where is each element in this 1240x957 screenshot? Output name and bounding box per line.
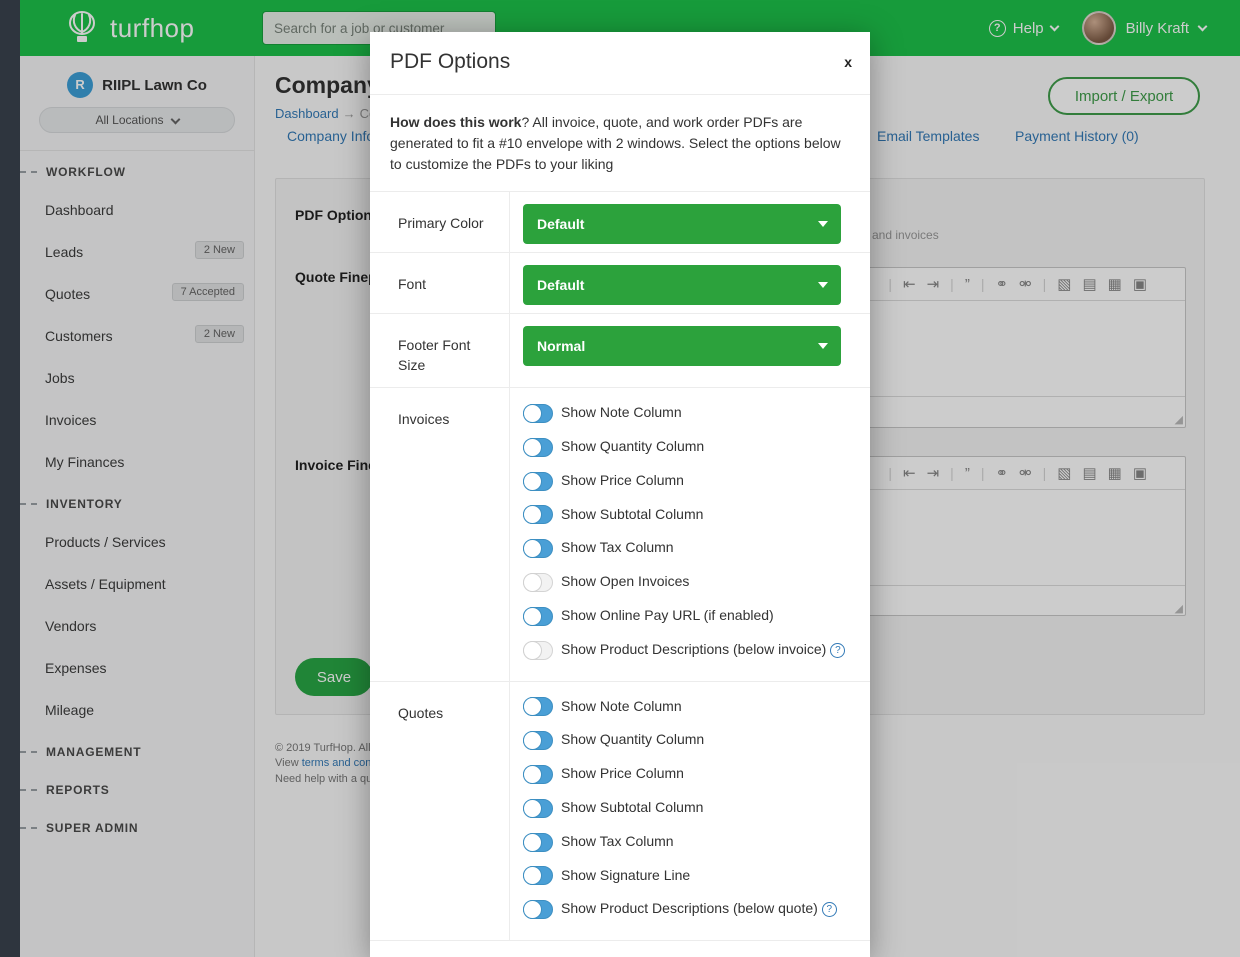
toggle-knob xyxy=(523,472,542,491)
toggle-knob xyxy=(523,438,542,457)
row-label: Footer Font Size xyxy=(370,314,510,387)
pdf-options-modal: PDF Options x How does this work? All in… xyxy=(370,32,870,957)
toggle-knob xyxy=(523,900,542,919)
toggle-show-note-column[interactable] xyxy=(523,404,553,423)
toggle-label: Show Online Pay URL (if enabled) xyxy=(561,607,774,623)
toggle-label: Show Open Invoices xyxy=(561,573,689,589)
app: turfhop ? Help Billy Kraft R RIIPL Lawn … xyxy=(0,0,1240,957)
toggle-row: Show Open Invoices xyxy=(523,571,856,592)
primary-color-select[interactable]: Default xyxy=(523,204,841,244)
modal-rows: Primary Color Default Font Default Footer Fo… xyxy=(370,192,870,941)
toggle-label: Show Signature Line xyxy=(561,867,690,883)
toggle-label: Show Subtotal Column xyxy=(561,506,703,522)
toggle-row: Show Note Column xyxy=(523,402,856,423)
row-label: Primary Color xyxy=(370,192,510,252)
toggle-knob xyxy=(523,505,542,524)
toggle-show-quantity-column[interactable] xyxy=(523,438,553,457)
toggle-row: Show Tax Column xyxy=(523,537,856,558)
toggle-row: Show Subtotal Column xyxy=(523,504,856,525)
help-icon[interactable]: ? xyxy=(822,902,837,917)
modal-row-footer-font-size: Footer Font Size Normal xyxy=(370,314,870,388)
toggle-label: Show Price Column xyxy=(561,472,684,488)
toggle-label: Show Product Descriptions (below invoice… xyxy=(561,641,826,657)
row-control: Show Note Column Show Quantity Column Show… xyxy=(510,388,870,680)
toggle-label: Show Product Descriptions (below quote) xyxy=(561,900,818,916)
caret-down-icon xyxy=(818,282,828,288)
font-select[interactable]: Default xyxy=(523,265,841,305)
toggle-row: Show Price Column xyxy=(523,763,856,784)
toggle-label: Show Quantity Column xyxy=(561,731,704,747)
help-icon[interactable]: ? xyxy=(830,643,845,658)
modal-intro-bold: How does this work xyxy=(390,114,521,130)
row-label: Font xyxy=(370,253,510,313)
toggle-row: Show Signature Line xyxy=(523,865,856,886)
toggle-knob xyxy=(523,404,542,423)
toggle-label: Show Tax Column xyxy=(561,539,674,555)
toggle-show-tax-column[interactable] xyxy=(523,539,553,558)
toggle-show-note-column[interactable] xyxy=(523,697,553,716)
toggle-row: Show Quantity Column xyxy=(523,436,856,457)
select-value: Default xyxy=(537,216,584,232)
toggle-show-tax-column[interactable] xyxy=(523,833,553,852)
toggle-knob xyxy=(523,641,542,660)
toggle-show-quantity-column[interactable] xyxy=(523,731,553,750)
row-control: Normal xyxy=(510,314,870,387)
toggle-knob xyxy=(523,799,542,818)
toggle-row: Show Subtotal Column xyxy=(523,797,856,818)
row-control: Default xyxy=(510,253,870,313)
toggle-row: Show Online Pay URL (if enabled) xyxy=(523,605,856,626)
toggle-label: Show Note Column xyxy=(561,404,682,420)
toggle-knob xyxy=(523,607,542,626)
toggle-show-price-column[interactable] xyxy=(523,765,553,784)
toggle-knob xyxy=(523,833,542,852)
toggle-knob xyxy=(523,573,542,592)
caret-down-icon xyxy=(818,221,828,227)
toggle-label: Show Price Column xyxy=(561,765,684,781)
toggle-show-subtotal-column[interactable] xyxy=(523,505,553,524)
toggle-show-product-descriptions-below-quote[interactable] xyxy=(523,900,553,919)
toggle-label: Show Tax Column xyxy=(561,833,674,849)
toggle-row: Show Quantity Column xyxy=(523,729,856,750)
toggle-label: Show Note Column xyxy=(561,698,682,714)
toggle-show-online-pay-url-if-enabled[interactable] xyxy=(523,607,553,626)
toggle-row: Show Price Column xyxy=(523,470,856,491)
row-label: Invoices xyxy=(370,388,510,680)
toggle-show-product-descriptions-below-invoice[interactable] xyxy=(523,641,553,660)
toggle-row: Show Product Descriptions (below invoice… xyxy=(523,639,856,660)
toggle-row: Show Product Descriptions (below quote)? xyxy=(523,898,856,919)
modal-row-quotes: Quotes Show Note Column Show Quantity Colu… xyxy=(370,682,870,942)
modal-intro: How does this work? All invoice, quote, … xyxy=(370,95,870,192)
toggle-show-price-column[interactable] xyxy=(523,472,553,491)
toggle-show-open-invoices[interactable] xyxy=(523,573,553,592)
toggle-show-signature-line[interactable] xyxy=(523,866,553,885)
row-control: Default xyxy=(510,192,870,252)
modal-row-primary-color: Primary Color Default xyxy=(370,192,870,253)
modal-header: PDF Options x xyxy=(370,32,870,95)
close-icon[interactable]: x xyxy=(844,54,852,70)
toggle-show-subtotal-column[interactable] xyxy=(523,799,553,818)
toggle-row: Show Tax Column xyxy=(523,831,856,852)
modal-row-font: Font Default xyxy=(370,253,870,314)
caret-down-icon xyxy=(818,343,828,349)
toggle-label: Show Subtotal Column xyxy=(561,799,703,815)
row-control: Show Note Column Show Quantity Column Show… xyxy=(510,682,870,941)
toggle-row: Show Note Column xyxy=(523,696,856,717)
toggle-knob xyxy=(523,866,542,885)
row-label: Quotes xyxy=(370,682,510,941)
select-value: Normal xyxy=(537,338,585,354)
modal-title: PDF Options xyxy=(390,50,510,74)
toggle-knob xyxy=(523,765,542,784)
modal-row-invoices: Invoices Show Note Column Show Quantity Co… xyxy=(370,388,870,681)
toggle-knob xyxy=(523,539,542,558)
select-value: Default xyxy=(537,277,584,293)
footer-font-size-select[interactable]: Normal xyxy=(523,326,841,366)
toggle-label: Show Quantity Column xyxy=(561,438,704,454)
toggle-knob xyxy=(523,731,542,750)
toggle-knob xyxy=(523,697,542,716)
